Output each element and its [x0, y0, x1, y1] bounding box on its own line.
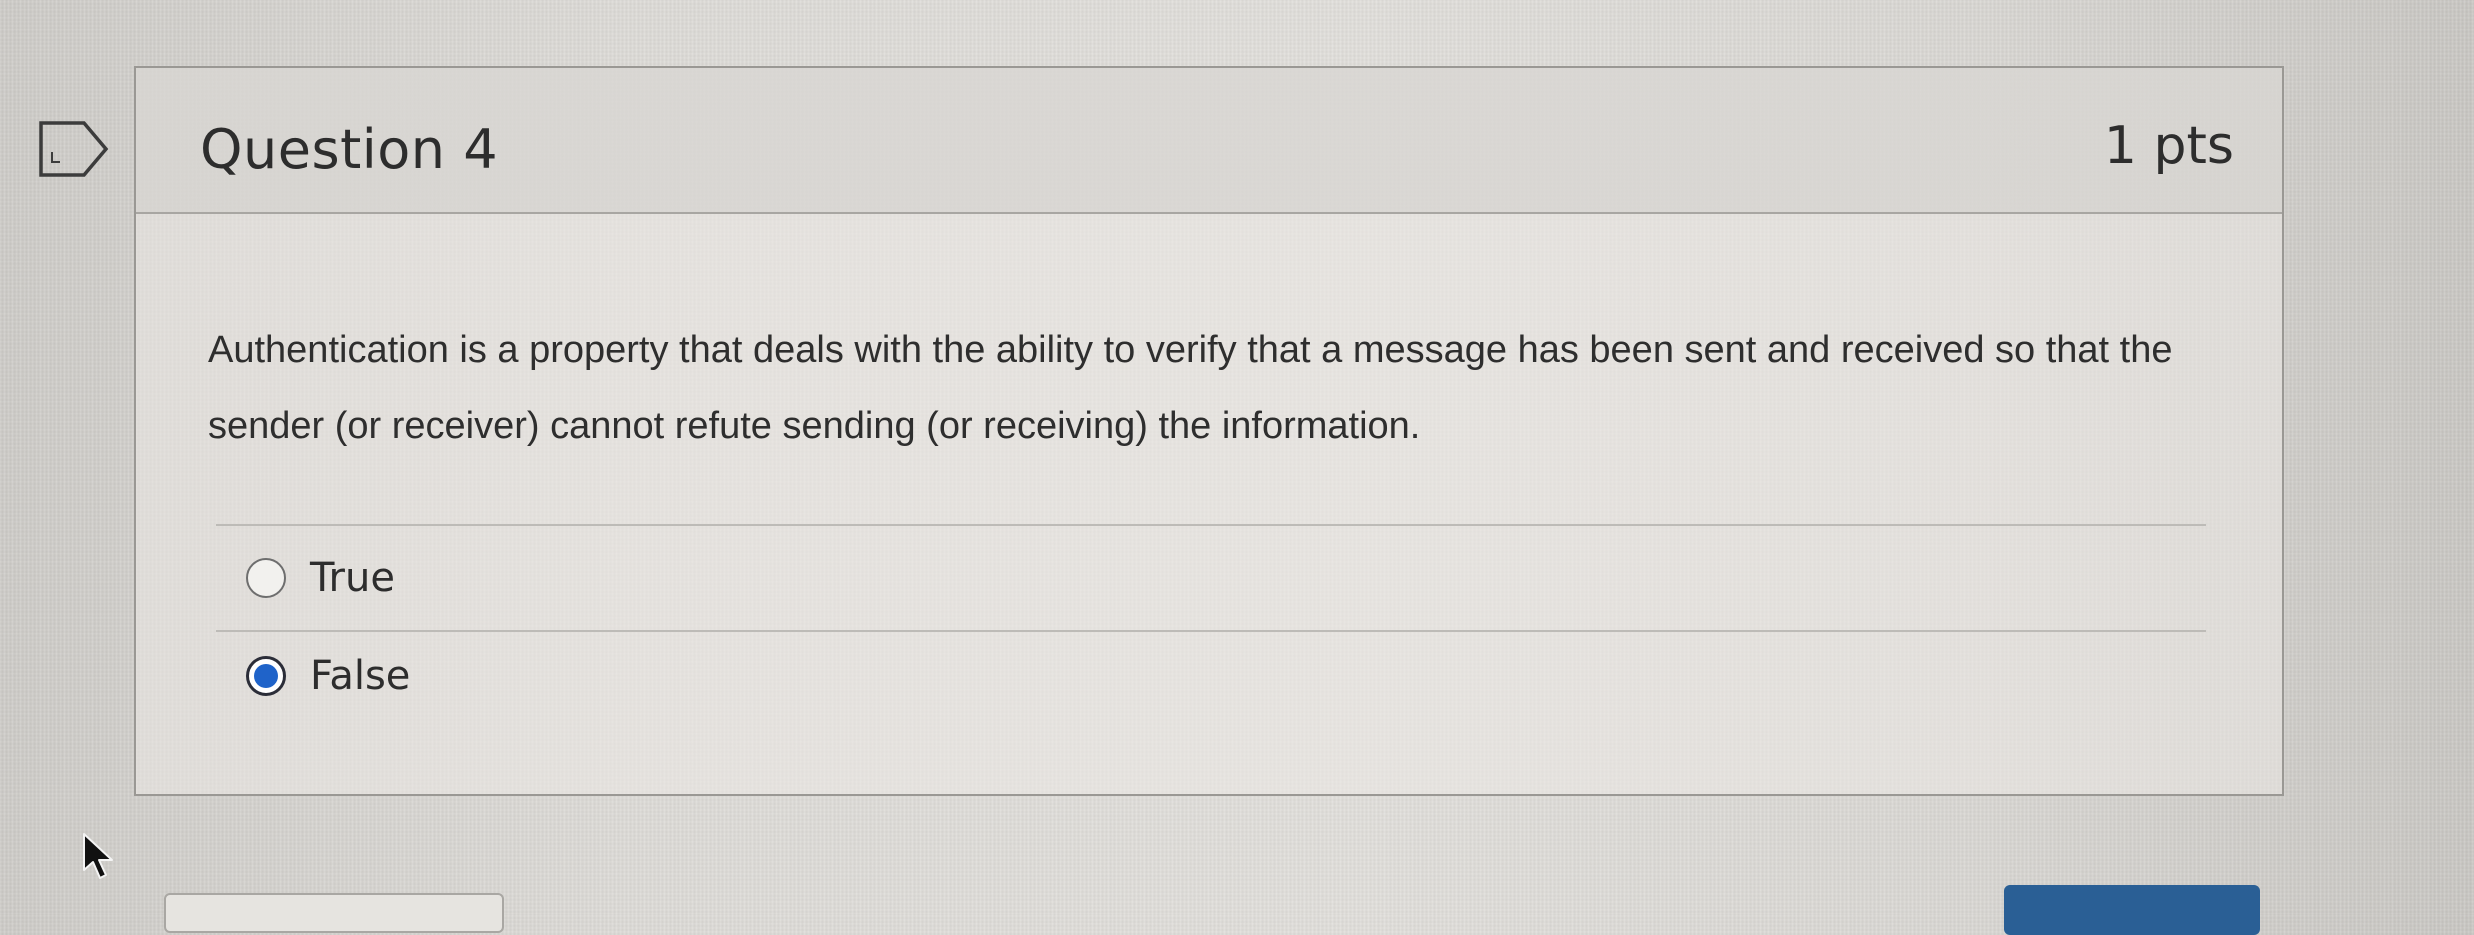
radio-button-false-selected[interactable]	[246, 656, 286, 696]
answer-option-false[interactable]: False	[216, 632, 2206, 720]
question-card: Question 4 1 pts Authentication is a pro…	[134, 66, 2284, 796]
mouse-pointer-icon	[83, 833, 113, 879]
question-title: Question 4	[200, 118, 499, 181]
answer-list: True False	[216, 524, 2206, 720]
answer-option-true[interactable]: True	[216, 526, 2206, 630]
previous-button-partial[interactable]	[164, 893, 504, 933]
question-points: 1 pts	[2103, 116, 2234, 176]
answer-label-false: False	[310, 653, 411, 699]
answer-label-true: True	[310, 555, 395, 601]
question-body: Authentication is a property that deals …	[136, 214, 2282, 794]
radio-button-true[interactable]	[246, 558, 286, 598]
flag-question-icon[interactable]	[38, 120, 110, 178]
question-text: Authentication is a property that deals …	[208, 329, 2173, 447]
question-header: Question 4 1 pts	[136, 68, 2282, 214]
next-button-partial[interactable]	[2004, 885, 2260, 935]
